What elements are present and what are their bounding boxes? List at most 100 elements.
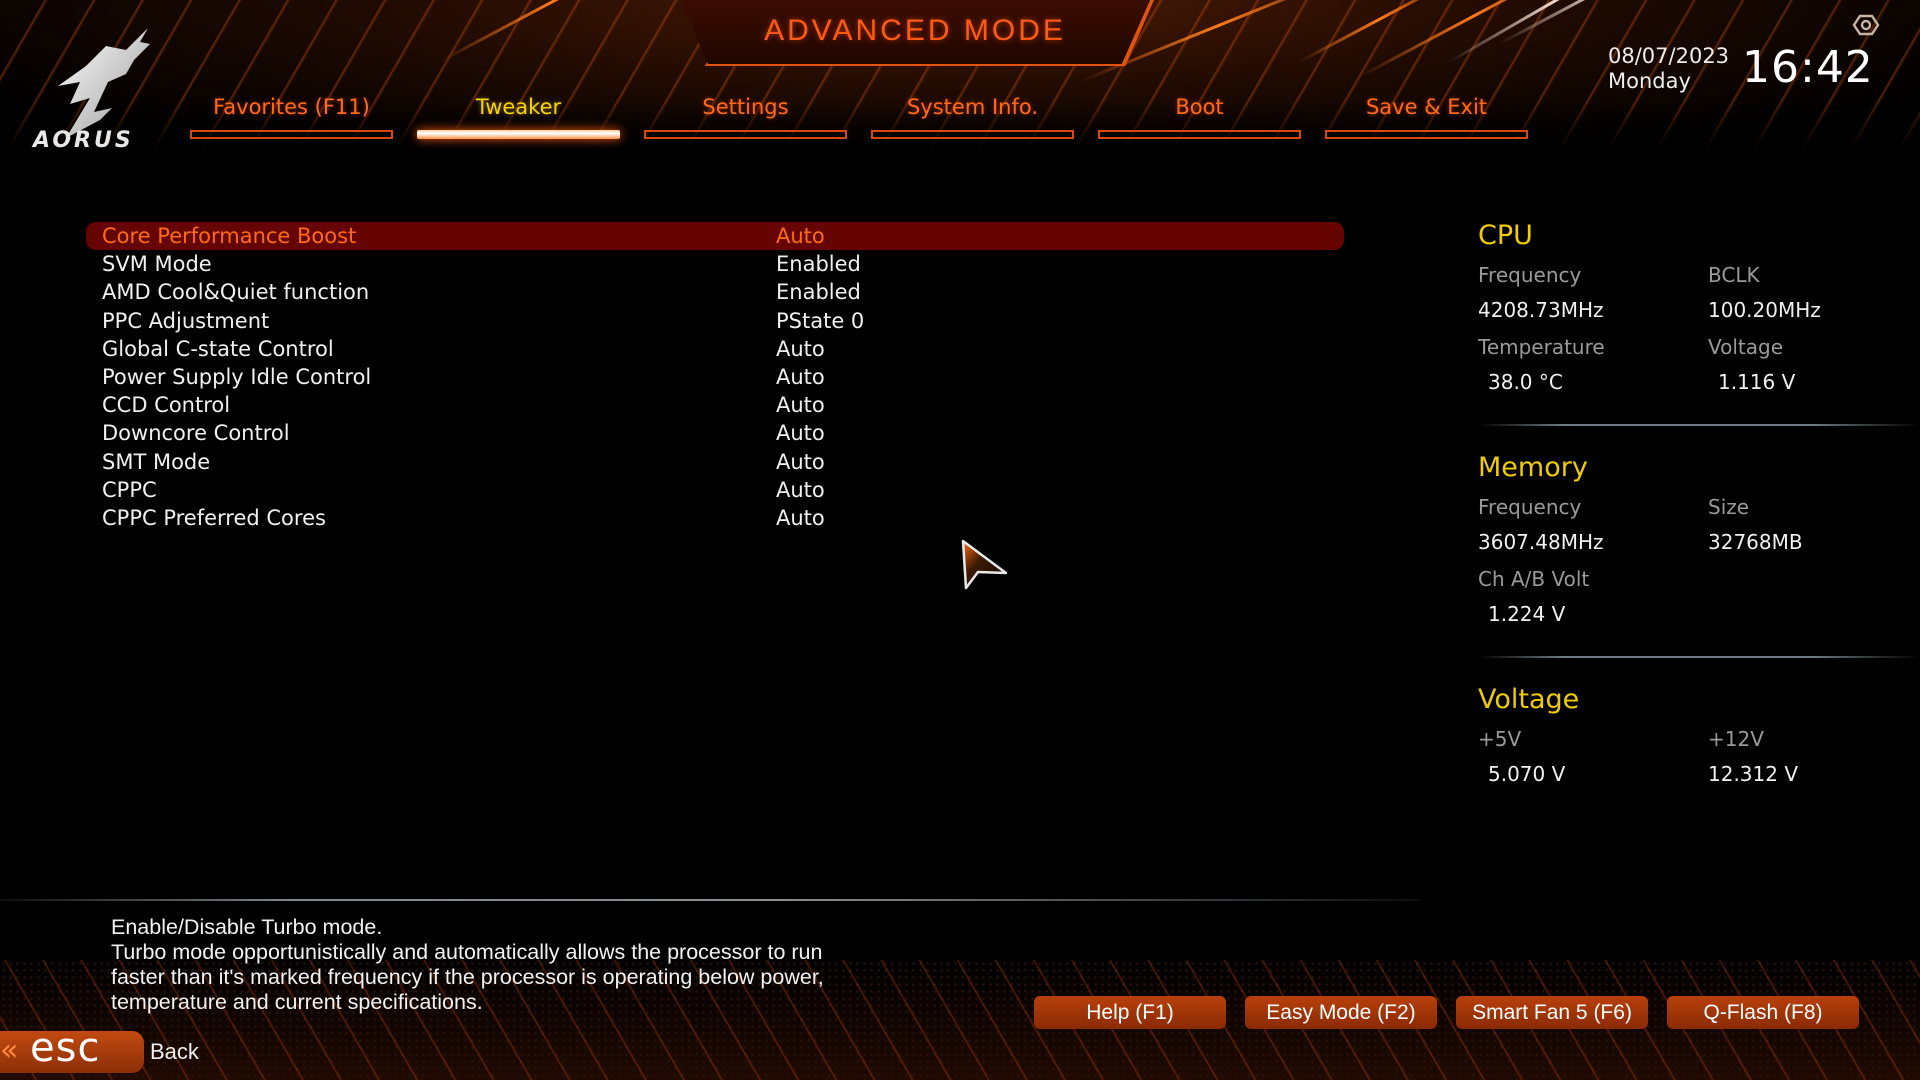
setting-label: SMT Mode [102,449,211,474]
setting-label: Core Performance Boost [102,224,357,248]
setting-value[interactable]: Enabled [776,278,861,306]
memory-info-grid: Frequency Size 3607.48MHz 32768MB Ch A/B… [1478,490,1920,634]
help-line: Enable/Disable Turbo mode. [111,915,383,939]
setting-row-core-performance-boost[interactable]: Core Performance Boost Auto [86,222,1344,251]
help-line: faster than it's marked frequency if the… [111,965,824,989]
setting-value[interactable]: Auto [776,391,825,419]
setting-row-amd-cool-quiet[interactable]: AMD Cool&Quiet function Enabled [86,278,1344,306]
setting-value[interactable]: Enabled [776,250,861,278]
setting-row-ccd-control[interactable]: CCD Control Auto [86,391,1344,419]
setting-row-global-c-state[interactable]: Global C-state Control Auto [86,335,1344,363]
cpu-info-grid: Frequency BCLK 4208.73MHz 100.20MHz Temp… [1478,258,1920,402]
setting-row-cppc-preferred-cores[interactable]: CPPC Preferred Cores Auto [86,504,1344,532]
easy-mode-button[interactable]: Easy Mode (F2) [1245,996,1437,1029]
back-link[interactable]: Back [150,1039,199,1065]
setting-row-downcore-control[interactable]: Downcore Control Auto [86,419,1344,447]
tab-label: Settings [702,95,789,119]
date-text: 08/07/2023 [1608,44,1730,68]
setting-label: Power Supply Idle Control [102,364,372,389]
setting-row-smt-mode[interactable]: SMT Mode Auto [86,448,1344,476]
cpu-voltage-label: Voltage [1708,335,1784,359]
tab-label: System Info. [906,95,1039,119]
tab-underline [417,130,620,139]
help-description: Enable/Disable Turbo mode. Turbo mode op… [111,915,1011,1015]
memory-volt-value: 1.224 V [1488,602,1566,626]
memory-section-title: Memory [1478,452,1588,483]
setting-row-svm-mode[interactable]: SVM Mode Enabled [86,250,1344,278]
memory-frequency-label: Frequency [1478,495,1582,519]
date-display: 08/07/2023 Monday [1608,44,1729,94]
function-buttons: Help (F1) Easy Mode (F2) Smart Fan 5 (F6… [1034,996,1859,1029]
setting-value[interactable]: Auto [776,363,825,391]
day-text: Monday [1608,69,1691,93]
tab-favorites[interactable]: Favorites (F11) [190,90,393,139]
cpu-frequency-label: Frequency [1478,263,1582,287]
setting-row-cppc[interactable]: CPPC Auto [86,476,1344,504]
tab-tweaker[interactable]: Tweaker [417,90,620,139]
setting-value[interactable]: Auto [776,448,825,476]
setting-label: Downcore Control [102,421,290,446]
main-tabs: Favorites (F11) Tweaker Settings System … [190,90,1528,139]
tab-underline [190,130,393,139]
help-divider [0,899,1420,901]
empty-cell [1708,596,1908,634]
tab-save-exit[interactable]: Save & Exit [1325,90,1528,139]
setting-row-power-supply-idle[interactable]: Power Supply Idle Control Auto [86,363,1344,391]
cpu-temperature-value: 38.0 °C [1488,370,1563,394]
setting-value[interactable]: Auto [776,222,825,250]
tab-underline [871,130,1074,139]
memory-size-label: Size [1708,495,1750,519]
tab-label: Favorites (F11) [213,95,370,119]
memory-volt-label: Ch A/B Volt [1478,567,1590,591]
tab-underline [644,130,847,139]
tab-label: Save & Exit [1365,95,1488,119]
aorus-logo-text: AORUS [33,128,134,153]
v12-label: +12V [1708,727,1764,751]
setting-label: CCD Control [102,393,231,418]
decor-streak [439,0,671,63]
v12-value: 12.312 V [1708,762,1799,786]
setting-value[interactable]: Auto [776,419,825,447]
settings-list: Core Performance Boost Auto SVM Mode Enabl… [86,222,1344,532]
setting-label: CPPC Preferred Cores [102,505,326,530]
page-title: ADVANCED MODE [764,14,1066,47]
help-line: Turbo mode opportunistically and automat… [111,940,823,964]
double-chevron-left-icon: « [0,1033,19,1068]
voltage-section-title: Voltage [1478,684,1580,715]
voltage-info-grid: +5V +12V 5.070 V 12.312 V [1478,722,1920,794]
tab-underline [1325,130,1528,139]
setting-label: AMD Cool&Quiet function [102,280,370,305]
cpu-bclk-value: 100.20MHz [1708,298,1821,322]
tab-boot[interactable]: Boot [1098,90,1301,139]
tab-system-info[interactable]: System Info. [871,90,1074,139]
setting-value[interactable]: Auto [776,335,825,363]
tab-label: Tweaker [475,95,562,119]
empty-cell [1708,562,1908,596]
setting-row-ppc-adjustment[interactable]: PPC Adjustment PState 0 [86,307,1344,335]
esc-label: esc [30,1025,101,1071]
tab-settings[interactable]: Settings [644,90,847,139]
setting-label: CPPC [102,477,157,502]
cpu-frequency-value: 4208.73MHz [1478,298,1604,322]
help-button[interactable]: Help (F1) [1034,996,1226,1029]
gear-icon[interactable] [1852,14,1880,36]
esc-button[interactable]: « esc [0,1025,144,1073]
clock-display: 16:42 [1742,42,1874,93]
info-divider [1478,656,1920,658]
smart-fan-button[interactable]: Smart Fan 5 (F6) [1456,996,1648,1029]
setting-label: SVM Mode [102,252,212,277]
setting-value[interactable]: Auto [776,476,825,504]
cpu-bclk-label: BCLK [1708,263,1760,287]
info-divider [1478,424,1920,426]
setting-value[interactable]: PState 0 [776,307,864,335]
setting-value[interactable]: Auto [776,504,825,532]
cpu-section-title: CPU [1478,220,1533,251]
tab-underline [1098,130,1301,139]
cpu-voltage-value: 1.116 V [1718,370,1796,394]
setting-label: PPC Adjustment [102,308,270,333]
mouse-pointer-icon [961,539,1008,590]
tab-label: Boot [1175,95,1224,119]
help-line: temperature and current specifications. [111,990,483,1014]
setting-label: Global C-state Control [102,336,334,361]
q-flash-button[interactable]: Q-Flash (F8) [1667,996,1859,1029]
